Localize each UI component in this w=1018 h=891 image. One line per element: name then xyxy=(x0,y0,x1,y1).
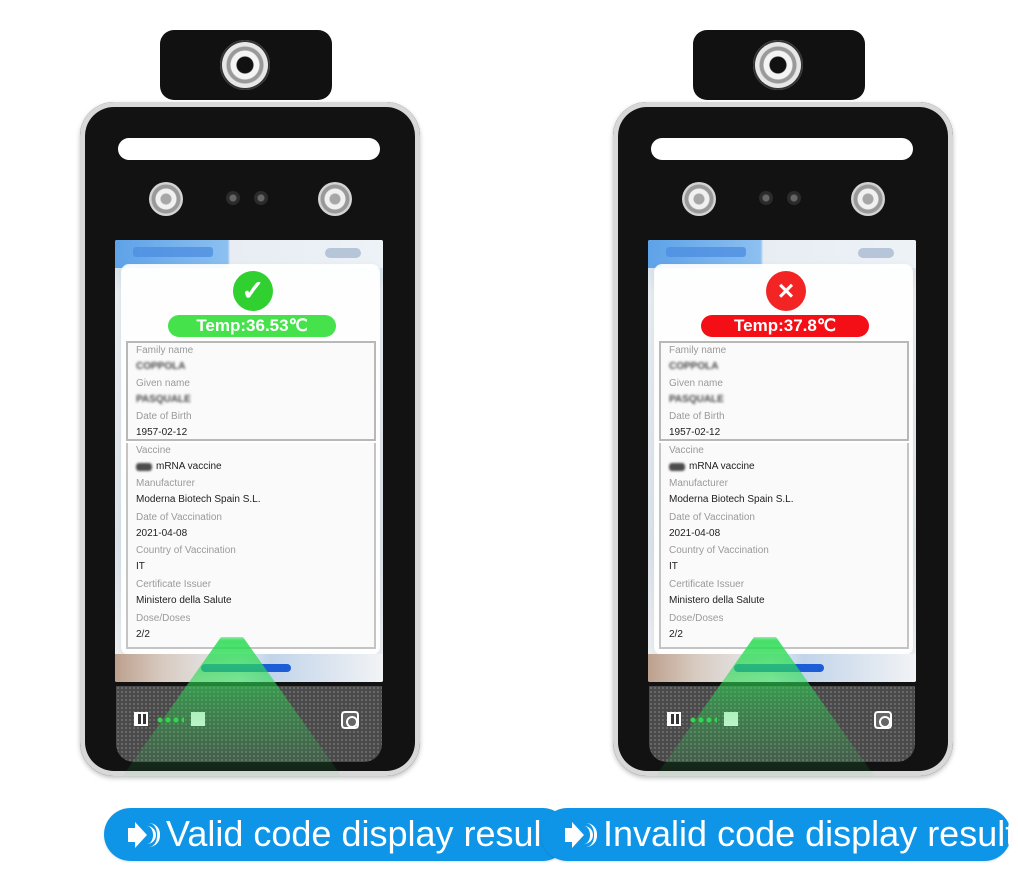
speaker-icon xyxy=(128,822,160,848)
given-name-label: Given name xyxy=(136,378,190,389)
qr-code-icon xyxy=(134,712,148,726)
family-name-value: COPPOLA xyxy=(136,361,186,372)
issuer-label: Certificate Issuer xyxy=(669,579,745,590)
fill-light-strip xyxy=(651,138,913,160)
given-name-label: Given name xyxy=(669,378,723,389)
doses-value: 2/2 xyxy=(136,629,150,640)
sensor-right-icon xyxy=(318,182,352,216)
certificate-result-card: × Temp:37.8℃ Family name COPPOLA Given n… xyxy=(655,265,912,654)
check-circle-icon: ✓ xyxy=(233,271,273,311)
camera-lens-icon xyxy=(220,40,270,90)
screen-indicator xyxy=(325,248,361,258)
sensor-small-icon xyxy=(759,191,773,205)
issuer-label: Certificate Issuer xyxy=(136,579,212,590)
vaccination-date-value: 2021-04-08 xyxy=(669,528,721,539)
valid-code-device: ✓ Temp:36.53℃ Family name COPPOLA Given … xyxy=(80,0,569,891)
vaccination-date-label: Date of Vaccination xyxy=(669,512,755,523)
vaccine-value: mRNA vaccine xyxy=(689,461,755,472)
country-value: IT xyxy=(669,561,678,572)
speaker-icon xyxy=(565,822,597,848)
certificate-result-card: ✓ Temp:36.53℃ Family name COPPOLA Given … xyxy=(122,265,379,654)
given-name-value: PASQUALE xyxy=(669,394,724,405)
invalid-caption-text: Invalid code display result xyxy=(603,813,1016,854)
vaccination-date-value: 2021-04-08 xyxy=(136,528,188,539)
doses-label: Dose/Doses xyxy=(669,613,724,624)
vaccination-date-label: Date of Vaccination xyxy=(136,512,222,523)
vaccine-value: mRNA vaccine xyxy=(156,461,222,472)
x-circle-icon: × xyxy=(766,271,806,311)
sensor-right-icon xyxy=(851,182,885,216)
temperature-badge: Temp:36.53℃ xyxy=(168,315,336,337)
birth-date-label: Date of Birth xyxy=(136,411,192,422)
vaccination-section: Vaccine mRNA vaccine Manufacturer Modern… xyxy=(659,443,909,649)
birth-date-value: 1957-02-12 xyxy=(669,427,721,438)
invalid-code-device: × Temp:37.8℃ Family name COPPOLA Given n… xyxy=(613,0,953,891)
vaccine-label: Vaccine xyxy=(136,445,171,456)
screen-title-placeholder xyxy=(666,247,746,257)
thermal-camera-bar xyxy=(160,30,332,100)
manufacturer-value: Moderna Biotech Spain S.L. xyxy=(669,494,794,505)
screen-status-bar xyxy=(115,240,383,268)
doses-label: Dose/Doses xyxy=(136,613,191,624)
manufacturer-label: Manufacturer xyxy=(136,478,195,489)
birth-date-value: 1957-02-12 xyxy=(136,427,188,438)
sensor-left-icon xyxy=(149,182,183,216)
manufacturer-label: Manufacturer xyxy=(669,478,728,489)
sensor-small-icon xyxy=(787,191,801,205)
qr-code-icon xyxy=(667,712,681,726)
doses-value: 2/2 xyxy=(669,629,683,640)
identity-section: Family name COPPOLA Given name PASQUALE … xyxy=(659,341,909,441)
identity-section: Family name COPPOLA Given name PASQUALE … xyxy=(126,341,376,441)
valid-caption: Valid code display result xyxy=(104,808,569,861)
country-label: Country of Vaccination xyxy=(136,545,236,556)
thermal-camera-bar xyxy=(693,30,865,100)
nfc-icon xyxy=(874,711,892,729)
family-name-label: Family name xyxy=(669,345,727,356)
temperature-badge: Temp:37.8℃ xyxy=(701,315,869,337)
nfc-icon xyxy=(341,711,359,729)
sensor-small-icon xyxy=(254,191,268,205)
device-screen: ✓ Temp:36.53℃ Family name COPPOLA Given … xyxy=(115,240,383,682)
vaccine-label: Vaccine xyxy=(669,445,704,456)
sensor-small-icon xyxy=(226,191,240,205)
camera-lens-icon xyxy=(753,40,803,90)
invalid-caption: Invalid code display result xyxy=(541,808,1015,861)
valid-caption-text: Valid code display result xyxy=(166,813,552,854)
issuer-value: Ministero della Salute xyxy=(669,595,765,606)
vaccination-section: Vaccine mRNA vaccine Manufacturer Modern… xyxy=(126,443,376,649)
device-screen: × Temp:37.8℃ Family name COPPOLA Given n… xyxy=(648,240,916,682)
fill-light-strip xyxy=(118,138,380,160)
screen-indicator xyxy=(858,248,894,258)
country-value: IT xyxy=(136,561,145,572)
family-name-label: Family name xyxy=(136,345,194,356)
vaccine-name-redaction xyxy=(136,463,152,471)
manufacturer-value: Moderna Biotech Spain S.L. xyxy=(136,494,261,505)
screen-status-bar xyxy=(648,240,916,268)
sensor-left-icon xyxy=(682,182,716,216)
family-name-value: COPPOLA xyxy=(669,361,719,372)
issuer-value: Ministero della Salute xyxy=(136,595,232,606)
country-label: Country of Vaccination xyxy=(669,545,769,556)
vaccine-name-redaction xyxy=(669,463,685,471)
birth-date-label: Date of Birth xyxy=(669,411,725,422)
given-name-value: PASQUALE xyxy=(136,394,191,405)
screen-title-placeholder xyxy=(133,247,213,257)
